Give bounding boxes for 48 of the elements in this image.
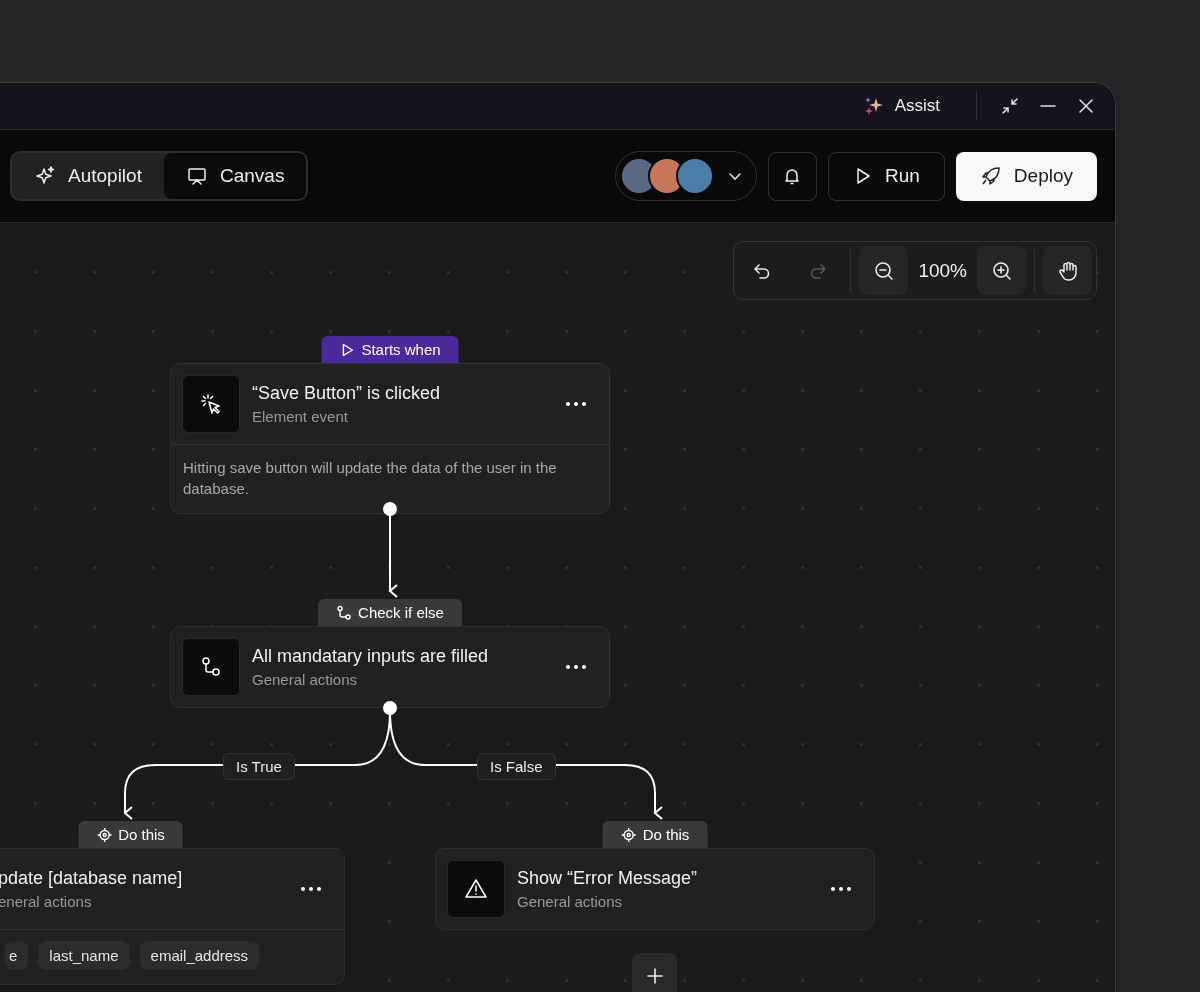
step-tag: Do this: [602, 821, 708, 848]
plus-icon: [644, 965, 665, 986]
zoom-out-button[interactable]: [859, 246, 909, 295]
step-card[interactable]: All mandatary inputs are filled General actions: [170, 626, 610, 708]
step-category: General actions: [252, 671, 359, 688]
step-title: All mandatary inputs are filled: [252, 646, 490, 667]
connector-dot[interactable]: [383, 701, 397, 715]
run-button[interactable]: Run: [828, 151, 945, 201]
field-chip: last_name: [38, 941, 130, 970]
branch-icon: [336, 604, 353, 621]
step-tag: Check if else: [318, 599, 462, 626]
step-description: Hitting save button will update the data of the user in the database.: [171, 444, 609, 513]
field-chip: e: [5, 941, 29, 970]
field-chip: email_address: [139, 941, 260, 970]
more-icon[interactable]: [565, 664, 587, 670]
more-icon[interactable]: [830, 886, 852, 892]
step-category: Element event: [252, 408, 349, 425]
step-title: Show “Error Message”: [517, 868, 699, 889]
collapse-icon[interactable]: [999, 95, 1021, 117]
step-title: pdate [database name]: [0, 868, 184, 889]
step-category: General actions: [517, 893, 624, 910]
step-tag: Do this: [78, 821, 183, 848]
branch-label: Is True: [223, 753, 295, 780]
zoom-in-icon: [990, 259, 1013, 282]
add-step-button[interactable]: [632, 953, 677, 992]
notifications-button[interactable]: [768, 151, 817, 201]
step-card[interactable]: “Save Button” is clicked Element event Hitting save button will update the data of the user in the database.: [170, 363, 610, 514]
mode-tab[interactable]: Canvas: [163, 153, 307, 199]
zoom-in-button[interactable]: [977, 246, 1026, 295]
step-tag: Starts when: [321, 336, 459, 363]
presentation-icon: [185, 165, 208, 187]
assist-button[interactable]: Assist: [856, 91, 946, 121]
mode-tab[interactable]: Autopilot: [12, 153, 164, 199]
deploy-button[interactable]: Deploy: [955, 151, 1097, 201]
step-title: “Save Button” is clicked: [252, 383, 442, 404]
sparkle-icon: [34, 165, 56, 187]
pan-button[interactable]: [1043, 246, 1092, 295]
zoom-out-icon: [872, 259, 895, 282]
connector-dot[interactable]: [383, 502, 397, 516]
step-card[interactable]: Show “Error Message” General actions: [435, 848, 875, 930]
branch-label: Is False: [477, 753, 556, 780]
more-icon[interactable]: [565, 401, 587, 407]
target-icon: [620, 826, 637, 843]
collaborators-button[interactable]: [615, 151, 757, 201]
rocket-icon: [979, 165, 1002, 187]
zoom-level: 100%: [917, 259, 968, 282]
more-icon[interactable]: [300, 886, 322, 892]
target-icon: [96, 826, 113, 843]
